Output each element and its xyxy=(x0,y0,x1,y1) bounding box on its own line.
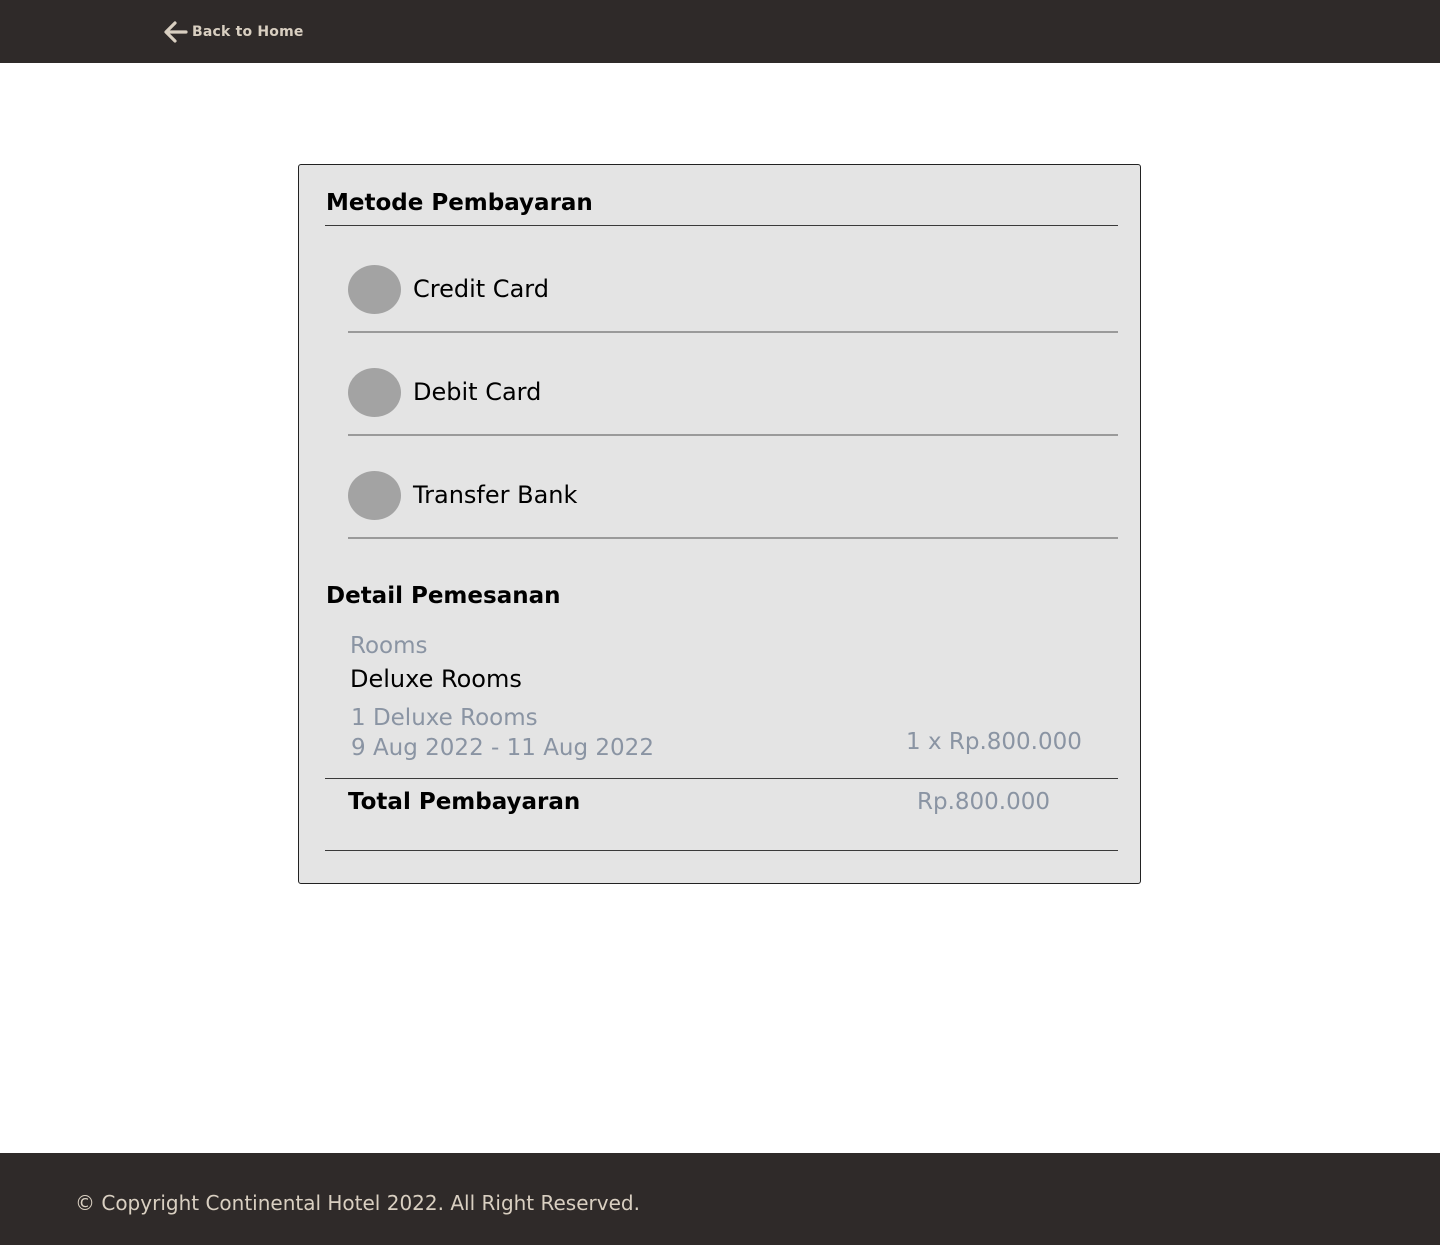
radio-button[interactable] xyxy=(348,265,401,314)
total-value: Rp.800.000 xyxy=(917,789,1051,815)
checkout-card: Metode Pembayaran Credit Card Debit Card… xyxy=(298,164,1141,884)
rooms-label: Rooms xyxy=(350,633,428,659)
top-bar: Back to Home xyxy=(0,0,1440,63)
payment-option-transfer-bank[interactable]: Transfer Bank xyxy=(348,471,1118,574)
payment-option-label: Debit Card xyxy=(413,378,542,406)
footer: © Copyright Continental Hotel 2022. All … xyxy=(0,1153,1440,1245)
copyright-text: © Copyright Continental Hotel 2022. All … xyxy=(75,1191,640,1215)
unit-price: 1 x Rp.800.000 xyxy=(906,729,1082,755)
payment-option-credit-card[interactable]: Credit Card xyxy=(348,265,1118,368)
divider xyxy=(348,434,1118,436)
arrow-left-icon xyxy=(164,21,188,43)
payment-option-debit-card[interactable]: Debit Card xyxy=(348,368,1118,471)
room-name: Deluxe Rooms xyxy=(350,665,522,693)
divider xyxy=(348,331,1118,333)
radio-button[interactable] xyxy=(348,368,401,417)
radio-button[interactable] xyxy=(348,471,401,520)
back-to-home-link[interactable]: Back to Home xyxy=(164,20,304,44)
payment-method-title: Metode Pembayaran xyxy=(326,190,593,216)
stay-dates: 9 Aug 2022 - 11 Aug 2022 xyxy=(351,735,654,761)
back-to-home-label: Back to Home xyxy=(192,24,304,40)
payment-option-label: Transfer Bank xyxy=(413,481,578,509)
divider xyxy=(325,225,1118,226)
payment-option-label: Credit Card xyxy=(413,275,549,303)
total-label: Total Pembayaran xyxy=(348,789,581,815)
divider xyxy=(348,537,1118,539)
order-detail-title: Detail Pemesanan xyxy=(326,583,561,609)
divider xyxy=(325,850,1118,851)
room-quantity: 1 Deluxe Rooms xyxy=(351,705,538,731)
divider xyxy=(325,778,1118,779)
